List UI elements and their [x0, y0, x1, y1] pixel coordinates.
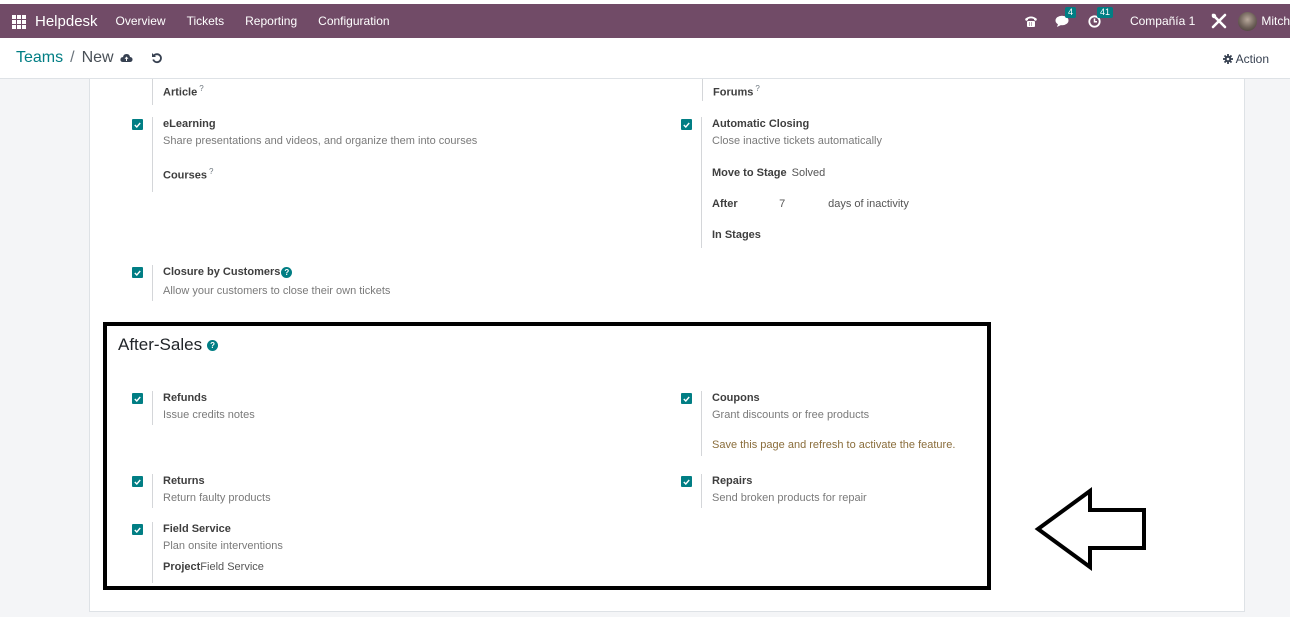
check-icon: [134, 270, 141, 276]
check-icon: [683, 479, 690, 485]
check-icon: [683, 122, 690, 128]
coupons-label: Coupons: [712, 392, 760, 404]
automatic-closing-label: Automatic Closing: [712, 118, 810, 130]
menu-reporting[interactable]: Reporting: [245, 14, 297, 28]
action-menu-button[interactable]: Action: [1222, 52, 1269, 66]
returns-description: Return faulty products: [163, 492, 271, 504]
automatic-closing-description: Close inactive tickets automatically: [712, 135, 882, 147]
debug-tools-icon[interactable]: [1210, 12, 1228, 30]
top-navbar: Helpdesk Overview Tickets Reporting Conf…: [0, 4, 1290, 38]
move-to-stage-select[interactable]: Solved: [792, 167, 826, 179]
repairs-checkbox[interactable]: [681, 476, 692, 487]
messages-badge: 4: [1064, 7, 1076, 18]
closure-by-customers-description: Allow your customers to close their own …: [163, 285, 391, 297]
forums-tooltip-icon[interactable]: ?: [755, 84, 759, 93]
move-to-stage-label: Move to Stage: [712, 167, 787, 179]
after-days-input[interactable]: 7: [779, 197, 825, 212]
chat-icon[interactable]: 4: [1054, 7, 1076, 30]
project-label: Project: [163, 561, 201, 573]
refunds-label: Refunds: [163, 392, 207, 404]
left-arrow-annotation-icon: [1034, 487, 1146, 571]
closure-by-customers-label: Closure by Customers?: [163, 265, 390, 280]
breadcrumb-teams[interactable]: Teams: [16, 49, 63, 67]
returns-checkbox[interactable]: [132, 476, 143, 487]
check-icon: [134, 527, 141, 533]
field-service-checkbox[interactable]: [132, 524, 143, 535]
days-of-inactivity-label: days of inactivity: [828, 198, 909, 210]
app-name[interactable]: Helpdesk: [35, 13, 98, 30]
discard-undo-icon[interactable]: [150, 51, 164, 65]
clock-activity-icon[interactable]: 41: [1086, 7, 1113, 30]
save-cloud-icon[interactable]: [119, 51, 133, 65]
in-stages-label: In Stages: [712, 229, 761, 241]
repairs-description: Send broken products for repair: [712, 492, 867, 504]
check-icon: [683, 396, 690, 402]
elearning-label: eLearning: [163, 118, 216, 130]
gear-icon: [1222, 54, 1233, 64]
coupons-description: Grant discounts or free products: [712, 409, 870, 421]
after-sales-section-title: After-Sales ?: [118, 335, 219, 355]
menu-tickets[interactable]: Tickets: [187, 14, 225, 28]
help-icon[interactable]: ?: [281, 267, 293, 278]
project-value[interactable]: Field Service: [200, 561, 264, 573]
phone-icon[interactable]: [1022, 12, 1040, 30]
refunds-checkbox[interactable]: [132, 393, 143, 404]
after-sales-title-text: After-Sales: [118, 335, 203, 354]
move-to-stage-field: Move to Stage Solved: [712, 166, 825, 181]
activities-badge: 41: [1096, 7, 1113, 18]
courses-field-label: Courses?: [163, 167, 214, 182]
after-label: After: [712, 198, 738, 210]
in-stages-field: In Stages: [712, 228, 761, 243]
breadcrumb-current: New: [81, 49, 114, 66]
breadcrumb-separator: /: [70, 49, 75, 66]
control-panel: Teams / New Action: [0, 38, 1290, 79]
user-avatar[interactable]: [1238, 11, 1258, 31]
field-service-label: Field Service: [163, 523, 231, 535]
article-label: Article?: [163, 84, 204, 99]
coupons-refresh-warning: Save this page and refresh to activate t…: [712, 439, 956, 451]
after-days-field: After 7 days of inactivity: [712, 197, 909, 212]
action-label: Action: [1235, 52, 1269, 66]
check-icon: [134, 479, 141, 485]
help-icon[interactable]: ?: [207, 339, 219, 351]
coupons-checkbox[interactable]: [681, 393, 692, 404]
menu-configuration[interactable]: Configuration: [318, 14, 389, 28]
check-icon: [134, 396, 141, 402]
repairs-label: Repairs: [712, 475, 753, 487]
elearning-checkbox[interactable]: [132, 119, 143, 130]
elearning-description: Share presentations and videos, and orga…: [163, 135, 478, 147]
breadcrumb: Teams / New: [16, 49, 114, 67]
refunds-description: Issue credits notes: [163, 409, 255, 421]
form-content-area: Article? Forums? eLearning Share present…: [0, 79, 1290, 617]
forums-label: Forums?: [713, 84, 760, 99]
courses-tooltip-icon[interactable]: ?: [209, 167, 213, 176]
user-name[interactable]: Mitch: [1261, 14, 1290, 28]
project-field: ProjectField Service: [163, 560, 283, 575]
check-icon: [134, 122, 141, 128]
apps-menu-icon[interactable]: [12, 14, 26, 29]
field-service-description: Plan onsite interventions: [163, 540, 283, 552]
company-switcher[interactable]: Compañía 1: [1130, 14, 1195, 28]
closure-by-customers-checkbox[interactable]: [132, 267, 143, 278]
menu-overview[interactable]: Overview: [116, 14, 166, 28]
returns-label: Returns: [163, 475, 205, 487]
article-tooltip-icon[interactable]: ?: [199, 84, 203, 93]
systray: 4 41 Compañía 1 Mitch: [1022, 4, 1290, 38]
automatic-closing-checkbox[interactable]: [681, 119, 692, 130]
